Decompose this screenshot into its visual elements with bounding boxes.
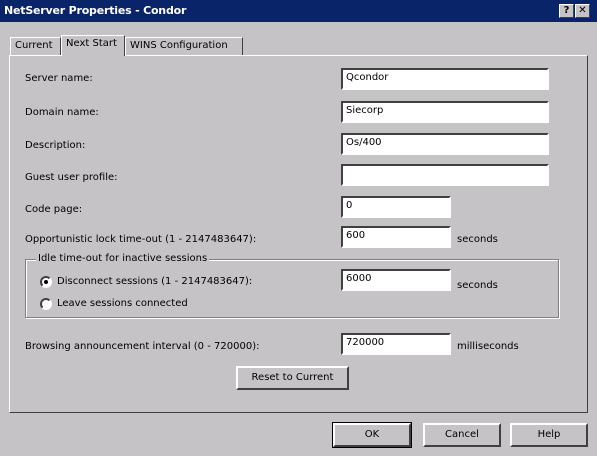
tab-wins-configuration[interactable]: WINS Configuration: [125, 37, 243, 55]
browsing-interval-label: Browsing announcement interval (0 - 7200…: [25, 341, 260, 352]
server-name-label: Server name:: [25, 73, 93, 84]
oplock-timeout-field[interactable]: 600: [341, 226, 451, 248]
description-label: Description:: [25, 140, 86, 151]
disconnect-sessions-field[interactable]: 6000: [341, 269, 451, 291]
browsing-interval-field[interactable]: 720000: [341, 333, 451, 355]
code-page-field[interactable]: 0: [341, 196, 451, 218]
disconnect-sessions-unit: seconds: [457, 280, 498, 291]
idle-timeout-group: Idle time-out for inactive sessions Disc…: [25, 253, 559, 318]
leave-sessions-connected-radio[interactable]: [40, 298, 52, 310]
tab-panel-next-start: Server name: Qcondor Domain name: Siecor…: [9, 55, 588, 413]
disconnect-sessions-radio[interactable]: [40, 276, 52, 288]
tab-next-start[interactable]: Next Start: [61, 35, 125, 56]
help-button[interactable]: Help: [510, 423, 588, 447]
idle-timeout-legend: Idle time-out for inactive sessions: [36, 253, 210, 264]
domain-name-field[interactable]: Siecorp: [341, 101, 549, 123]
description-field[interactable]: Os/400: [341, 133, 549, 155]
title-bar[interactable]: NetServer Properties - Condor ? ✕: [0, 0, 597, 22]
browsing-interval-unit: milliseconds: [457, 341, 519, 352]
window-title: NetServer Properties - Condor: [4, 4, 187, 17]
oplock-timeout-unit: seconds: [457, 234, 498, 245]
tab-current[interactable]: Current: [10, 37, 61, 55]
code-page-label: Code page:: [25, 204, 83, 215]
domain-name-label: Domain name:: [25, 107, 99, 118]
guest-user-profile-field[interactable]: [341, 164, 549, 186]
help-icon[interactable]: ?: [559, 4, 574, 18]
oplock-timeout-label: Opportunistic lock time-out (1 - 2147483…: [25, 234, 257, 245]
guest-user-profile-label: Guest user profile:: [25, 172, 118, 183]
netserver-properties-window: NetServer Properties - Condor ? ✕ Curren…: [0, 0, 597, 456]
cancel-button[interactable]: Cancel: [423, 423, 501, 447]
ok-button[interactable]: OK: [332, 422, 412, 448]
close-icon[interactable]: ✕: [575, 4, 590, 18]
reset-to-current-button[interactable]: Reset to Current: [236, 366, 349, 390]
disconnect-sessions-label[interactable]: Disconnect sessions (1 - 2147483647):: [57, 276, 252, 287]
server-name-field[interactable]: Qcondor: [341, 68, 549, 90]
leave-sessions-connected-label[interactable]: Leave sessions connected: [57, 298, 188, 309]
